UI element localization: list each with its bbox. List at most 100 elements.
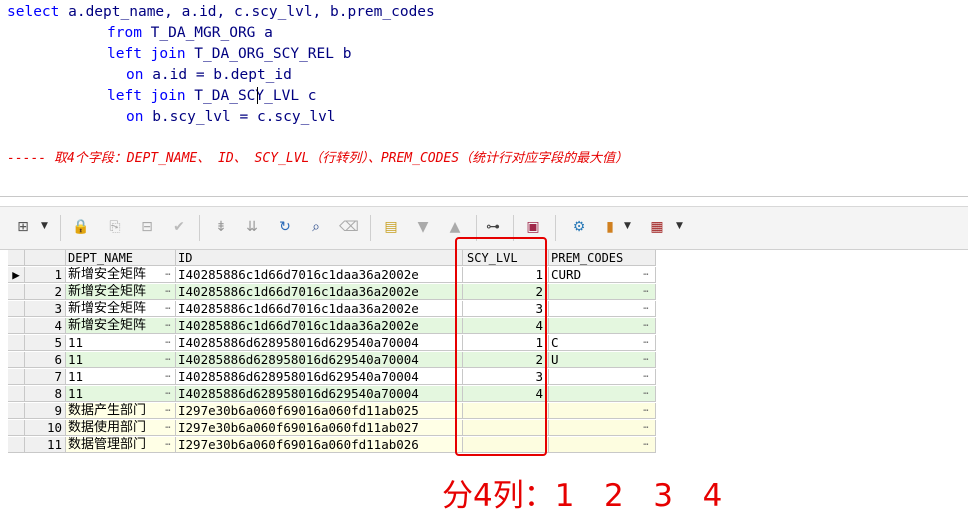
table-row[interactable]: 11 数据管理部门 ⋯ I297e30b6a060f69016a060fd11ab02… [8,437,656,454]
ellipsis-icon[interactable]: ⋯ [160,335,176,351]
table-row[interactable]: 5 11 ⋯ I40285886d628958016d629540a70004 1 C ⋯ [8,335,656,352]
cell-id[interactable]: I297e30b6a060f69016a060fd11ab027 [176,420,463,436]
down-icon[interactable]: ▼ [412,216,434,238]
sql-line-2[interactable]: from T_DA_MGR_ORG a [107,24,273,42]
sql-editor[interactable]: select a.dept_name, a.id, c.scy_lvl, b.p… [0,0,968,197]
sql-line-6[interactable]: on b.scy_lvl = c.scy_lvl [126,108,336,126]
ellipsis-icon[interactable]: ⋯ [160,284,176,300]
cell-id[interactable]: I40285886c1d66d7016c1daa36a2002e [176,301,463,317]
save-icon[interactable]: ▣ [522,216,544,238]
ellipsis-icon[interactable]: ⋯ [160,267,176,283]
table-row[interactable]: ▶ 1 新增安全矩阵 ⋯ I40285886c1d66d7016c1daa36a2002… [8,267,656,284]
ellipsis-icon[interactable]: ⋯ [638,437,654,453]
chart-icon[interactable]: ▮ [599,216,621,238]
row-indicator[interactable] [8,335,25,351]
table-row[interactable]: 3 新增安全矩阵 ⋯ I40285886c1d66d7016c1daa36a2002e… [8,301,656,318]
refresh-icon[interactable]: ↻ [274,216,296,238]
row-number: 3 [25,301,66,317]
cell-id[interactable]: I297e30b6a060f69016a060fd11ab026 [176,437,463,453]
connection-icon[interactable]: ⚙ [568,216,590,238]
row-indicator[interactable] [8,386,25,402]
chevron-down-icon[interactable]: ▼ [676,221,683,231]
table-row[interactable]: 9 数据产生部门 ⋯ I297e30b6a060f69016a060fd11ab025… [8,403,656,420]
ellipsis-icon[interactable]: ⋯ [160,318,176,334]
cell-id[interactable]: I297e30b6a060f69016a060fd11ab025 [176,403,463,419]
toolbar-separator [370,215,371,241]
row-indicator[interactable] [8,403,25,419]
sql-comment[interactable]: ----- 取4个字段：DEPT_NAME、 ID、 SCY_LVL（行转列）、… [7,150,628,168]
add-record-icon[interactable]: ⎘ [104,216,126,238]
toolbar-separator [199,215,200,241]
ellipsis-icon[interactable]: ⋯ [638,267,654,283]
table-row[interactable]: 4 新增安全矩阵 ⋯ I40285886c1d66d7016c1daa36a2002e… [8,318,656,335]
toolbar-separator [555,215,556,241]
up-icon[interactable]: ▲ [444,216,466,238]
cell-id[interactable]: I40285886c1d66d7016c1daa36a2002e [176,267,463,283]
cell-id[interactable]: I40285886d628958016d629540a70004 [176,386,463,402]
ellipsis-icon[interactable]: ⋯ [160,420,176,436]
clear-icon[interactable]: ⌫ [338,216,360,238]
ellipsis-icon[interactable]: ⋯ [638,284,654,300]
first-record-icon[interactable]: ⇟ [210,216,232,238]
table-icon[interactable]: ▦ [646,216,668,238]
row-indicator[interactable] [8,437,25,453]
ellipsis-icon[interactable]: ⋯ [160,386,176,402]
result-grid: DEPT_NAME ID SCY_LVL PREM_CODES ▶ 1 新增安全矩阵… [8,250,656,454]
text-caret [257,87,258,104]
ellipsis-icon[interactable]: ⋯ [638,420,654,436]
scy-lvl-highlight-box [455,237,547,456]
ellipsis-icon[interactable]: ⋯ [638,301,654,317]
header-dept-name[interactable]: DEPT_NAME [66,250,176,266]
chevron-down-icon[interactable]: ▼ [41,221,48,231]
row-number: 4 [25,318,66,334]
row-number: 9 [25,403,66,419]
find-icon[interactable]: ⌕ [305,216,327,238]
ellipsis-icon[interactable]: ⋯ [160,352,176,368]
ellipsis-icon[interactable]: ⋯ [638,352,654,368]
cell-id[interactable]: I40285886d628958016d629540a70004 [176,335,463,351]
header-corner[interactable] [8,250,25,266]
row-number: 6 [25,352,66,368]
last-record-icon[interactable]: ⇊ [241,216,263,238]
row-indicator[interactable] [8,420,25,436]
row-indicator[interactable] [8,352,25,368]
table-row[interactable]: 7 11 ⋯ I40285886d628958016d629540a70004 3 ⋯ [8,369,656,386]
ellipsis-icon[interactable]: ⋯ [160,437,176,453]
ellipsis-icon[interactable]: ⋯ [160,403,176,419]
ellipsis-icon[interactable]: ⋯ [638,318,654,334]
grid-icon[interactable]: ⊞ [12,216,34,238]
cell-id[interactable]: I40285886d628958016d629540a70004 [176,369,463,385]
annotation-text: 分4列：1 2 3 4 [442,478,723,514]
table-row[interactable]: 10 数据使用部门 ⋯ I297e30b6a060f69016a060fd11ab02… [8,420,656,437]
row-indicator[interactable] [8,369,25,385]
ellipsis-icon[interactable]: ⋯ [638,386,654,402]
sql-line-1[interactable]: select a.dept_name, a.id, c.scy_lvl, b.p… [7,3,435,21]
sql-line-5[interactable]: left join T_DA_SCY_LVL c [107,87,317,105]
lock-icon[interactable]: 🔒 [70,216,92,238]
row-indicator[interactable] [8,318,25,334]
header-id[interactable]: ID [176,250,463,266]
row-indicator[interactable]: ▶ [8,267,25,283]
ellipsis-icon[interactable]: ⋯ [638,369,654,385]
header-prem-codes[interactable]: PREM_CODES [549,250,656,266]
row-indicator[interactable] [8,284,25,300]
table-row[interactable]: 2 新增安全矩阵 ⋯ I40285886c1d66d7016c1daa36a2002e… [8,284,656,301]
sql-line-4[interactable]: on a.id = b.dept_id [126,66,292,84]
ellipsis-icon[interactable]: ⋯ [638,403,654,419]
ellipsis-icon[interactable]: ⋯ [160,369,176,385]
row-indicator[interactable] [8,301,25,317]
cell-id[interactable]: I40285886d628958016d629540a70004 [176,352,463,368]
chevron-down-icon[interactable]: ▼ [624,221,631,231]
delete-record-icon[interactable]: ⊟ [136,216,158,238]
table-row[interactable]: 6 11 ⋯ I40285886d628958016d629540a70004 2 U ⋯ [8,352,656,369]
table-row[interactable]: 8 11 ⋯ I40285886d628958016d629540a70004 4 ⋯ [8,386,656,403]
cell-id[interactable]: I40285886c1d66d7016c1daa36a2002e [176,318,463,334]
ellipsis-icon[interactable]: ⋯ [160,301,176,317]
sql-line-3[interactable]: left join T_DA_ORG_SCY_REL b [107,45,351,63]
query-icon[interactable]: ⊶ [482,216,504,238]
cell-id[interactable]: I40285886c1d66d7016c1daa36a2002e [176,284,463,300]
post-icon[interactable]: ✔ [168,216,190,238]
save-form-icon[interactable]: ▤ [380,216,402,238]
row-number: 8 [25,386,66,402]
ellipsis-icon[interactable]: ⋯ [638,335,654,351]
